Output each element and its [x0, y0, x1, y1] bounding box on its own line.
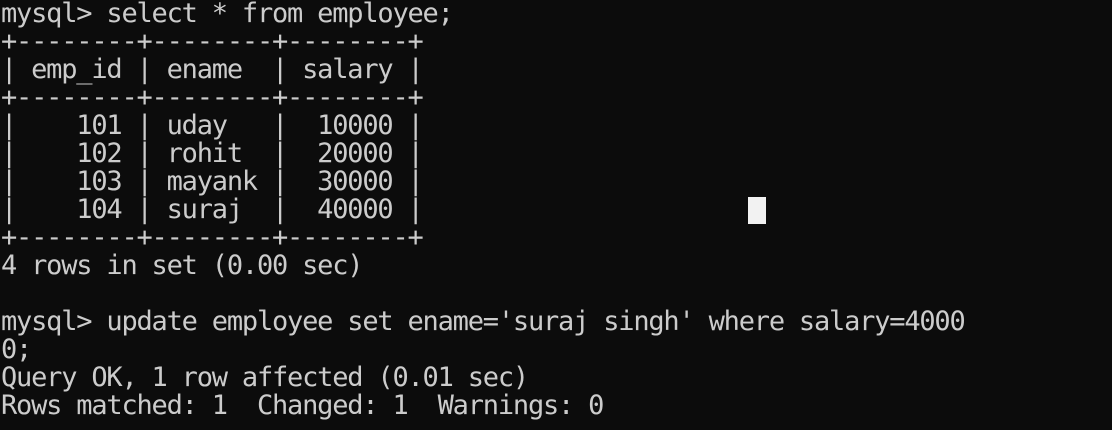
- table-border-header: +--------+--------+--------+: [1, 82, 424, 113]
- text-cursor: [748, 197, 766, 224]
- terminal-window[interactable]: mysql> select * from employee; +--------…: [0, 0, 1112, 430]
- table-border-top: +--------+--------+--------+: [1, 26, 424, 57]
- result-summary: 4 rows in set (0.00 sec): [1, 250, 364, 281]
- table-border-bottom: +--------+--------+--------+: [1, 222, 424, 253]
- table-row: | 104 | suraj | 40000 |: [1, 194, 424, 225]
- prompt-line-update-wrap: 0;: [1, 334, 32, 365]
- table-row: | 102 | rohit | 20000 |: [1, 138, 424, 169]
- prompt-line-select: mysql> select * from employee;: [1, 0, 454, 29]
- rows-matched-status: Rows matched: 1 Changed: 1 Warnings: 0: [1, 390, 604, 421]
- prompt-line-update: mysql> update employee set ename='suraj …: [1, 306, 966, 337]
- table-header-row: | emp_id | ename | salary |: [1, 54, 424, 85]
- table-row: | 103 | mayank | 30000 |: [1, 166, 424, 197]
- query-ok-status: Query OK, 1 row affected (0.01 sec): [1, 362, 529, 393]
- table-row: | 101 | uday | 10000 |: [1, 110, 424, 141]
